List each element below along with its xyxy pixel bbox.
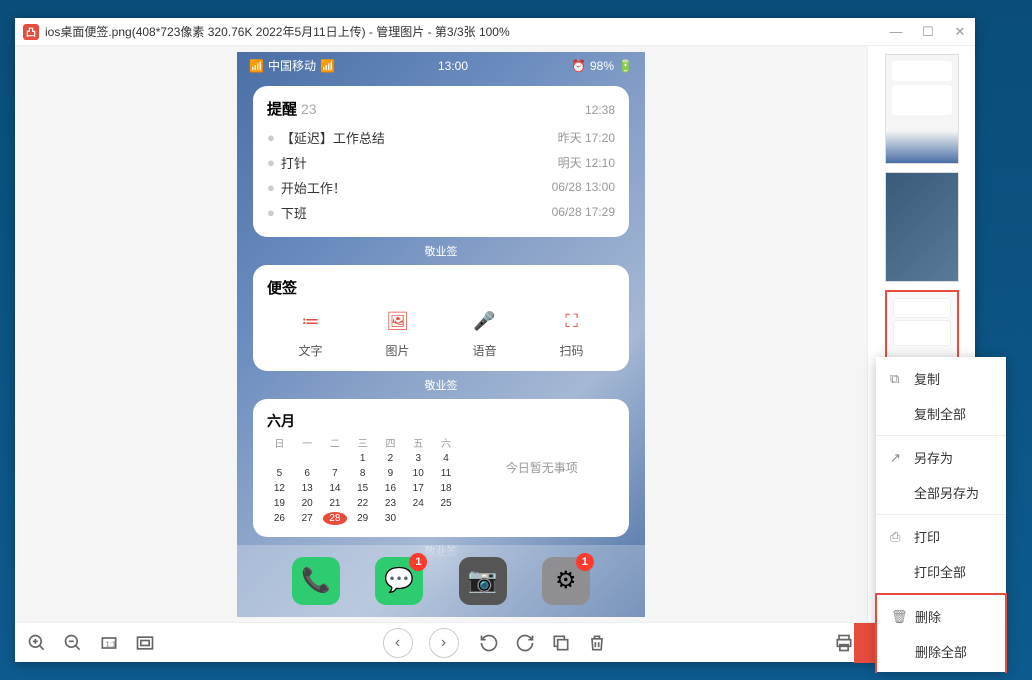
- mic-icon: 🎤: [471, 308, 499, 336]
- settings-badge: 1: [576, 553, 594, 571]
- reminders-count: 23: [301, 101, 317, 117]
- delete-button[interactable]: [587, 633, 607, 653]
- phone-screenshot: 📶 中国移动 📶 13:00 ⏰ 98% 🔋 提醒23 12:38: [237, 52, 645, 617]
- menu-save-all[interactable]: 全部另存为: [876, 475, 1006, 510]
- titlebar: 凸 ios桌面便签.png(408*723像素 320.76K 2022年5月1…: [15, 18, 975, 46]
- notes-title: 便签: [267, 277, 615, 298]
- signal-icon: 📶: [249, 59, 264, 73]
- reminder-text: 打针: [281, 153, 558, 172]
- bottom-toolbar: 1:1 ‹ › ⬆ 上传图片: [15, 622, 975, 662]
- copy-button[interactable]: [551, 633, 571, 653]
- content-area: 📶 中国移动 📶 13:00 ⏰ 98% 🔋 提醒23 12:38: [15, 46, 975, 622]
- main-image-view[interactable]: 📶 中国移动 📶 13:00 ⏰ 98% 🔋 提醒23 12:38: [15, 46, 867, 622]
- menu-print[interactable]: ⎙打印: [876, 519, 1006, 554]
- reminder-text: 下班: [281, 203, 552, 222]
- scan-icon: ⛶: [558, 308, 586, 336]
- note-scan-button: ⛶扫码: [558, 308, 586, 359]
- reminder-time: 06/28 17:29: [552, 205, 615, 219]
- menu-copy[interactable]: ⧉复制: [876, 361, 1006, 396]
- reminders-title: 提醒: [267, 101, 297, 118]
- window-title: ios桌面便签.png(408*723像素 320.76K 2022年5月11日…: [45, 23, 889, 40]
- battery-icon: 🔋: [618, 59, 633, 73]
- phone-status-bar: 📶 中国移动 📶 13:00 ⏰ 98% 🔋: [237, 52, 645, 80]
- reminder-text: 开始工作！: [281, 178, 552, 197]
- settings-app-icon: ⚙1: [542, 557, 590, 605]
- menu-print-all[interactable]: 打印全部: [876, 554, 1006, 589]
- image-icon: 🖼: [384, 308, 412, 336]
- battery-text: 98%: [590, 59, 614, 73]
- phone-dock: 📞 💬1 📷 ⚙1: [237, 545, 645, 617]
- app-window: 凸 ios桌面便签.png(408*723像素 320.76K 2022年5月1…: [15, 18, 975, 662]
- phone-app-icon: 📞: [292, 557, 340, 605]
- carrier-text: 中国移动: [268, 57, 316, 74]
- messages-app-icon: 💬1: [375, 557, 423, 605]
- svg-text:1:1: 1:1: [106, 639, 116, 648]
- menu-delete-all[interactable]: 删除全部: [877, 634, 1005, 669]
- zoom-out-button[interactable]: [63, 633, 83, 653]
- reminder-text: 【延迟】工作总结: [281, 128, 558, 147]
- calendar-month: 六月: [267, 411, 458, 431]
- thumbnail-2[interactable]: [885, 172, 959, 282]
- note-image-button: 🖼图片: [384, 308, 412, 359]
- minimize-button[interactable]: —: [889, 24, 903, 40]
- widget-label-2: 敬业签: [237, 377, 645, 393]
- maximize-button[interactable]: ☐: [921, 24, 935, 40]
- reminder-time: 昨天 17:20: [558, 129, 615, 146]
- prev-button[interactable]: ‹: [383, 628, 413, 658]
- reminders-widget: 提醒23 12:38 ●【延迟】工作总结昨天 17:20 ●打针明天 12:10…: [253, 86, 629, 237]
- print-button[interactable]: [834, 633, 854, 653]
- close-button[interactable]: ✕: [953, 24, 967, 40]
- status-time: 13:00: [438, 59, 468, 73]
- menu-delete[interactable]: 🗑删除: [877, 599, 1005, 634]
- fit-screen-button[interactable]: [135, 633, 155, 653]
- print-icon: ⎙: [890, 529, 904, 545]
- window-controls: — ☐ ✕: [889, 24, 967, 40]
- next-button[interactable]: ›: [429, 628, 459, 658]
- messages-badge: 1: [409, 553, 427, 571]
- reminder-time: 06/28 13:00: [552, 180, 615, 194]
- actual-size-button[interactable]: 1:1: [99, 633, 119, 653]
- calendar-empty-text: 今日暂无事项: [468, 411, 615, 525]
- camera-app-icon: 📷: [459, 557, 507, 605]
- reminders-time: 12:38: [585, 103, 615, 117]
- note-text-button: ≔文字: [297, 308, 325, 359]
- rotate-right-button[interactable]: [515, 633, 535, 653]
- rotate-left-button[interactable]: [479, 633, 499, 653]
- menu-copy-all[interactable]: 复制全部: [876, 396, 1006, 431]
- context-menu: ⧉复制 复制全部 ↗另存为 全部另存为 ⎙打印 打印全部 🗑删除 删除全部: [876, 357, 1006, 672]
- notes-widget: 便签 ≔文字 🖼图片 🎤语音 ⛶扫码: [253, 265, 629, 371]
- thumbnail-1[interactable]: [885, 54, 959, 164]
- zoom-in-button[interactable]: [27, 633, 47, 653]
- export-icon: ↗: [890, 450, 904, 466]
- calendar-grid: 日一二三四五六123456789101112131415161718192021…: [267, 435, 458, 525]
- copy-icon: ⧉: [890, 371, 904, 387]
- wifi-icon: 📶: [320, 59, 335, 73]
- trash-icon: 🗑: [891, 609, 905, 625]
- reminder-time: 明天 12:10: [558, 154, 615, 171]
- note-voice-button: 🎤语音: [471, 308, 499, 359]
- app-icon: 凸: [23, 24, 39, 40]
- menu-save-as[interactable]: ↗另存为: [876, 440, 1006, 475]
- alarm-icon: ⏰: [571, 59, 586, 73]
- widget-label-1: 敬业签: [237, 243, 645, 259]
- text-icon: ≔: [297, 308, 325, 336]
- calendar-widget: 六月 日一二三四五六123456789101112131415161718192…: [253, 399, 629, 537]
